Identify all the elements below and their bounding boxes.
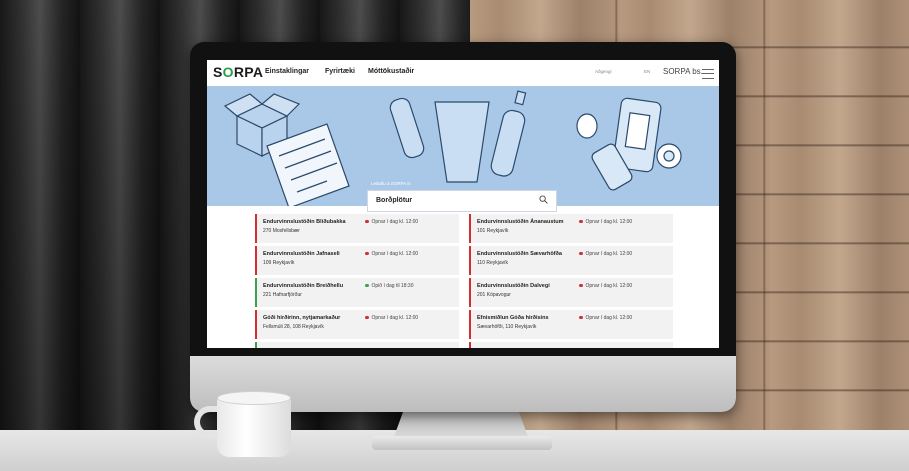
location-name: Endurvinnslustöðin Breiðhellu bbox=[263, 283, 344, 289]
nav-item-einstaklingar[interactable]: Einstaklingar bbox=[265, 68, 309, 75]
recycling-illustration bbox=[223, 90, 682, 206]
location-card[interactable] bbox=[255, 342, 459, 348]
status-dot-icon bbox=[365, 219, 369, 224]
location-status: Opnar í dag kl. 12:00 bbox=[579, 283, 632, 289]
location-name: Endurvinnslustöðin Sævarhöfða bbox=[477, 251, 562, 257]
location-card[interactable]: Endurvinnslustöðin Ánanaustum 101 Reykja… bbox=[469, 214, 673, 243]
location-address: 109 Reykjavík bbox=[263, 260, 295, 266]
location-card[interactable]: Efnismiðlun Góða hirðisins Sævarhöfði, 1… bbox=[469, 310, 673, 339]
location-status: Opið í dag til 18:30 bbox=[365, 283, 413, 289]
location-address: 110 Reykjavík bbox=[477, 260, 509, 266]
location-status: Opnar í dag kl. 12:00 bbox=[365, 251, 418, 257]
status-dot-icon bbox=[365, 283, 369, 288]
location-address: 270 Mosfellsbær bbox=[263, 228, 300, 234]
location-card[interactable] bbox=[469, 342, 673, 348]
location-name: Efnismiðlun Góða hirðisins bbox=[477, 315, 549, 321]
location-address: 201 Kópavogur bbox=[477, 292, 511, 298]
location-card[interactable]: Endurvinnslustöðin Breiðhellu 221 Hafnar… bbox=[255, 278, 459, 307]
location-status: Opnar í dag kl. 12:00 bbox=[365, 219, 418, 225]
location-status: Opnar í dag kl. 12:00 bbox=[579, 315, 632, 321]
location-name: Endurvinnslustöðin Dalvegi bbox=[477, 283, 550, 289]
search-value: Borðplötur bbox=[376, 197, 413, 204]
search-icon[interactable] bbox=[539, 195, 548, 204]
company-name: SORPA bs. bbox=[663, 67, 703, 76]
location-name: Endurvinnslustöðin Ánanaustum bbox=[477, 219, 564, 225]
location-name: Góði hirðirinn, nytjamarkaður bbox=[263, 315, 341, 321]
status-dot-icon bbox=[579, 251, 583, 256]
location-card[interactable]: Endurvinnslustöðin Jafnaseli 109 Reykjav… bbox=[255, 246, 459, 275]
location-card[interactable]: Endurvinnslustöðin Sævarhöfða 110 Reykja… bbox=[469, 246, 673, 275]
location-name: Endurvinnslustöðin Blíðubakka bbox=[263, 219, 346, 225]
status-dot-icon bbox=[579, 283, 583, 288]
nav-item-mottokustadir[interactable]: Móttökustaðir bbox=[368, 68, 414, 75]
location-status: Opnar í dag kl. 12:00 bbox=[579, 251, 632, 257]
language-link[interactable]: EN bbox=[644, 69, 650, 74]
top-nav: SORPA Einstaklingar Fyrirtæki Móttökusta… bbox=[207, 60, 719, 87]
status-dot-icon bbox=[365, 315, 369, 320]
location-address: 221 Hafnarfjörður bbox=[263, 292, 302, 298]
location-status: Opnar í dag kl. 12:00 bbox=[579, 219, 632, 225]
search-label: Leitaðu á SORPA.is bbox=[371, 181, 411, 186]
hamburger-menu-icon[interactable] bbox=[702, 69, 714, 79]
location-address: 101 Reykjavík bbox=[477, 228, 509, 234]
website-screen: SORPA Einstaklingar Fyrirtæki Móttökusta… bbox=[207, 60, 719, 348]
monitor-stand-base bbox=[372, 436, 552, 450]
status-dot-icon bbox=[579, 315, 583, 320]
accessibility-link[interactable]: Aðgengi bbox=[595, 69, 612, 74]
nav-item-fyrirtaeki[interactable]: Fyrirtæki bbox=[325, 68, 355, 75]
coffee-mug bbox=[217, 397, 291, 457]
location-status: Opnar í dag kl. 12:00 bbox=[365, 315, 418, 321]
location-name: Endurvinnslustöðin Jafnaseli bbox=[263, 251, 340, 257]
status-dot-icon bbox=[579, 219, 583, 224]
location-address: Sævarhöfði, 110 Reykjavík bbox=[477, 324, 537, 330]
location-card[interactable]: Endurvinnslustöðin Dalvegi 201 Kópavogur… bbox=[469, 278, 673, 307]
sorpa-logo[interactable]: SORPA bbox=[213, 64, 263, 80]
location-address: Fellsmúli 28, 108 Reykjavík bbox=[263, 324, 324, 330]
location-list: Endurvinnslustöðin Blíðubakka 270 Mosfel… bbox=[207, 206, 719, 348]
status-dot-icon bbox=[365, 251, 369, 256]
location-card[interactable]: Endurvinnslustöðin Blíðubakka 270 Mosfel… bbox=[255, 214, 459, 243]
hero-banner: Leitaðu á SORPA.is Borðplötur bbox=[207, 86, 719, 212]
location-card[interactable]: Góði hirðirinn, nytjamarkaður Fellsmúli … bbox=[255, 310, 459, 339]
